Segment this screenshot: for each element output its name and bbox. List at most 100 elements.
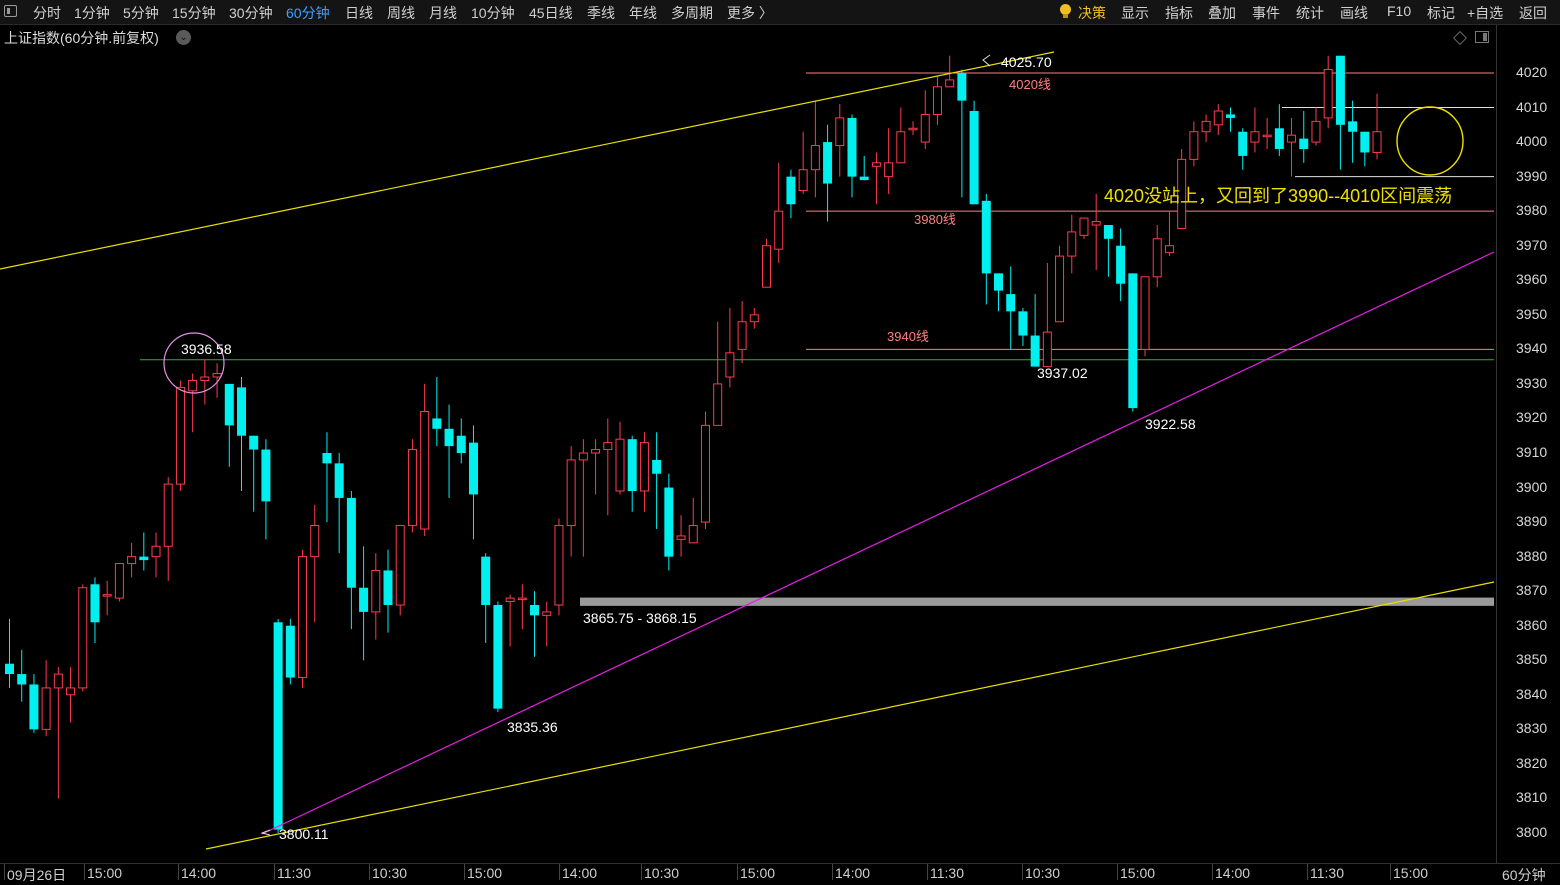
candle-body (66, 687, 76, 696)
time-tick-label: 15:00 (87, 865, 123, 881)
time-tick (559, 864, 560, 880)
candle-body (823, 142, 833, 184)
price-tick-label: 4000 (1516, 133, 1548, 150)
candle-body (542, 611, 552, 616)
candle-body (175, 386, 185, 485)
price-label-4025-70: 4025.70 (1001, 54, 1052, 70)
candle-body (896, 131, 906, 164)
candle-body (725, 352, 735, 378)
candle-body (236, 387, 246, 436)
candle-body (566, 459, 576, 527)
candle-body (41, 687, 51, 730)
time-tick (1212, 864, 1213, 880)
candle-body (1250, 131, 1260, 143)
candle-body (493, 605, 503, 709)
time-tick-label: 14:00 (181, 865, 217, 881)
time-tick-label: 10:30 (372, 865, 408, 881)
candle-body (835, 117, 845, 147)
candle-body (249, 435, 259, 450)
candle-body (395, 525, 405, 606)
price-tick-label: 3940 (1516, 340, 1548, 357)
candle-body (810, 145, 820, 171)
price-tick-label: 4020 (1516, 64, 1548, 80)
time-tick (369, 864, 370, 880)
candle-body (920, 113, 930, 143)
candle-body (1201, 120, 1211, 133)
candle-body (29, 684, 39, 730)
price-tick-label: 3990 (1516, 167, 1548, 184)
time-tick-label: 14:00 (835, 865, 871, 881)
candle-body (847, 117, 857, 177)
candlestick-chart[interactable]: 3936.58 3800.11 3835.36 3865.75 - 3868.15 40… (0, 0, 1560, 880)
gap-band (580, 597, 1494, 606)
price-tick-label: 3970 (1516, 236, 1548, 253)
candle-body (444, 428, 454, 447)
price-label-3922-58: 3922.58 (1145, 416, 1196, 432)
time-tick (4, 864, 5, 880)
candle-body (1128, 273, 1138, 409)
price-axis-divider (1496, 25, 1497, 863)
price-tick-label: 3890 (1516, 513, 1548, 530)
candle-body (1091, 221, 1101, 226)
candle-body (1103, 225, 1113, 239)
candle-body (420, 411, 430, 530)
candle-body (17, 674, 27, 685)
candle-body (200, 376, 210, 381)
candle-body (1189, 131, 1199, 160)
time-tick (927, 864, 928, 880)
time-tick (1117, 864, 1118, 880)
candle-body (1152, 238, 1162, 278)
candle-body (468, 442, 478, 495)
candle-body (798, 169, 808, 191)
candle-body (1067, 231, 1077, 257)
candle-body (945, 79, 955, 88)
price-label-3936-58: 3936.58 (181, 341, 232, 357)
candle-body (273, 622, 283, 830)
period-label: 60分钟 (1502, 867, 1546, 883)
panel-toggle-icon[interactable] (1475, 31, 1489, 43)
candle-body (505, 597, 515, 603)
upper-channel-line (0, 51, 1055, 270)
price-label-3835-36: 3835.36 (507, 719, 558, 735)
candle-body (884, 162, 894, 178)
time-tick (1390, 864, 1391, 880)
chart-title: 上证指数(60分钟.前复权) (4, 30, 159, 46)
price-tick-label: 3820 (1516, 754, 1548, 771)
candle-body (1213, 110, 1223, 126)
candle-body (1311, 120, 1321, 143)
candle-body (1055, 255, 1065, 323)
candle-body (90, 584, 100, 623)
candle-body (1372, 131, 1382, 153)
candle-body (1164, 245, 1174, 254)
candle-body (78, 587, 88, 689)
price-tick-label: 3840 (1516, 685, 1548, 702)
candle-body (334, 463, 344, 498)
candle-body (908, 127, 918, 131)
candle-body (127, 556, 137, 565)
support-trend-line (261, 251, 1495, 835)
chevron-down-icon[interactable]: ⌄ (176, 30, 191, 45)
candle-body (871, 162, 881, 167)
candle-body (1238, 131, 1248, 156)
price-tick-label: 3960 (1516, 271, 1548, 288)
time-tick-label: 15:00 (740, 865, 776, 881)
price-tick-label: 3800 (1516, 824, 1548, 840)
candle-body (212, 373, 222, 378)
time-tick (84, 864, 85, 880)
candle-body (1299, 138, 1309, 149)
candle-body (1226, 114, 1235, 118)
candle-body (224, 383, 234, 426)
candle-body (456, 435, 466, 453)
price-label-3800-11: 3800.11 (279, 826, 329, 842)
time-tick (178, 864, 179, 880)
candle-body (591, 449, 601, 454)
candle-body (749, 314, 759, 323)
price-tick-label: 3910 (1516, 444, 1548, 460)
price-tick-label: 3830 (1516, 720, 1548, 737)
candle-body (1018, 311, 1028, 336)
candle-body (762, 245, 772, 288)
candle-body (713, 383, 723, 426)
candle-body (407, 449, 417, 527)
candle-body (1079, 217, 1089, 236)
highlight-circle-recent (1396, 106, 1464, 176)
